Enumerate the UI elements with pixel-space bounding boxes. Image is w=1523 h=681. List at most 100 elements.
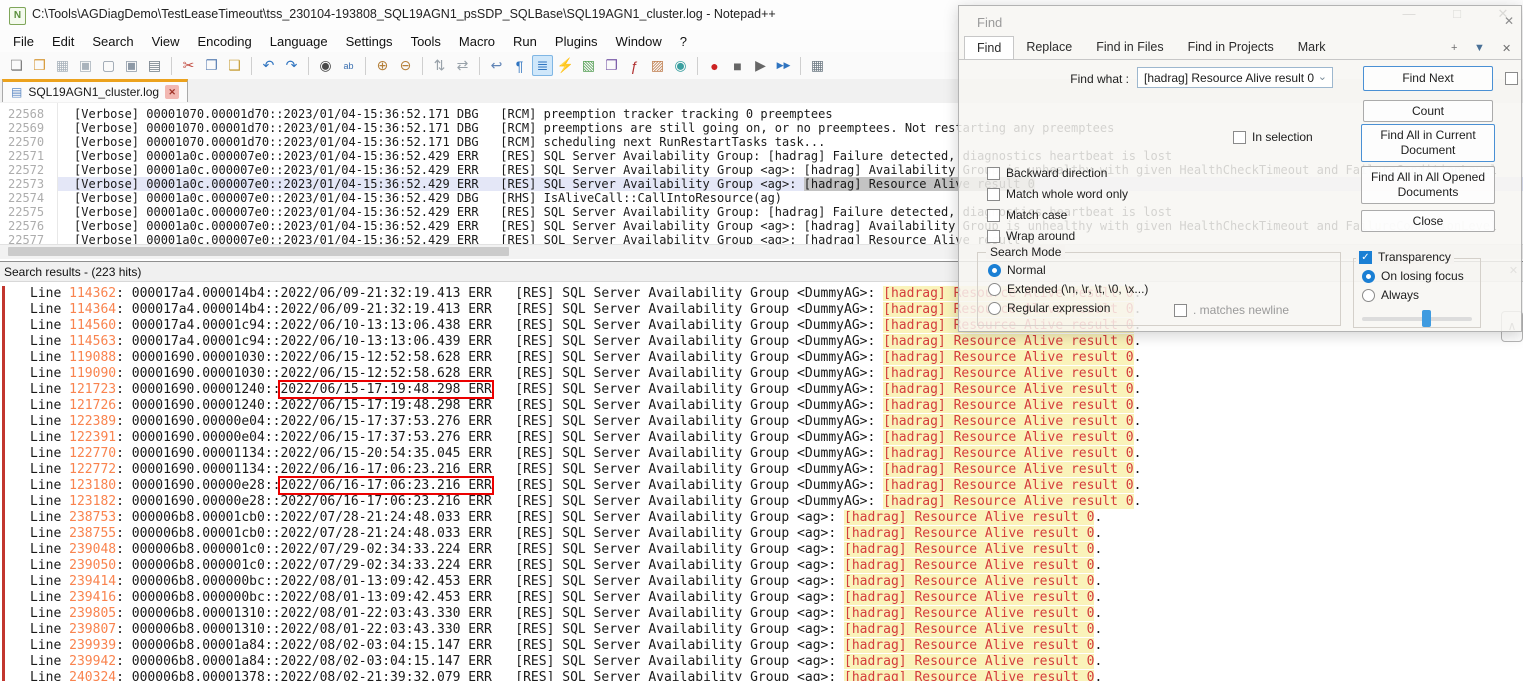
menu-run[interactable]: Run xyxy=(504,32,546,51)
menu-window[interactable]: Window xyxy=(607,32,671,51)
search-mode-extended-radio[interactable]: Extended (\n, \r, \t, \0, \x...) xyxy=(988,282,1148,296)
result-row[interactable]: Line 238753: 000006b8.00001cb0::2022/07/… xyxy=(0,510,1523,526)
macro-run-multiple-icon[interactable]: ▶▶ xyxy=(773,55,794,76)
result-row[interactable]: Line 239942: 000006b8.00001a84::2022/08/… xyxy=(0,654,1523,670)
result-row[interactable]: Line 239416: 000006b8.000000bc::2022/08/… xyxy=(0,590,1523,606)
scrollbar-thumb[interactable] xyxy=(8,247,509,256)
result-row[interactable]: Line 239805: 000006b8.00001310::2022/08/… xyxy=(0,606,1523,622)
result-row[interactable]: Line 239939: 000006b8.00001a84::2022/08/… xyxy=(0,638,1523,654)
transparency-always-radio[interactable]: Always xyxy=(1362,288,1464,302)
matches-newline-checkbox[interactable]: . matches newline xyxy=(1174,303,1289,317)
find-dialog-tab-find[interactable]: Find xyxy=(964,36,1015,59)
close-document-icon[interactable]: ▢ xyxy=(98,55,119,76)
close-all-documents-icon[interactable]: ▣ xyxy=(121,55,142,76)
result-row[interactable]: Line 238755: 000006b8.00001cb0::2022/07/… xyxy=(0,526,1523,542)
tab-sql19agn1-cluster-log[interactable]: ▤ SQL19AGN1_cluster.log ✕ xyxy=(2,79,189,102)
transparency-on-losing-focus-radio[interactable]: On losing focus xyxy=(1362,269,1464,283)
replace-icon[interactable]: ab xyxy=(338,55,359,76)
wrap-around-checkbox[interactable]: Wrap around xyxy=(987,229,1128,243)
find-all-opened-button[interactable]: Find All in All Opened Documents xyxy=(1361,166,1495,204)
save-all-icon[interactable]: ▣ xyxy=(75,55,96,76)
transparency-slider[interactable] xyxy=(1362,310,1472,327)
find-all-current-button[interactable]: Find All in Current Document xyxy=(1361,124,1495,162)
chevron-down-icon[interactable]: ⌄ xyxy=(1318,70,1327,83)
save-icon[interactable]: ▦ xyxy=(52,55,73,76)
close-dialog-button[interactable]: Close xyxy=(1361,210,1495,232)
match-whole-word-only-checkbox[interactable]: Match whole word only xyxy=(987,187,1128,201)
new-file-icon[interactable]: ❏ xyxy=(6,55,27,76)
macro-stop-icon[interactable]: ■ xyxy=(727,55,748,76)
result-row[interactable]: Line 239414: 000006b8.000000bc::2022/08/… xyxy=(0,574,1523,590)
find-what-combobox[interactable]: [hadrag] Resource Alive result 0 ⌄ xyxy=(1137,67,1333,88)
result-row[interactable]: Line 121723: 00001690.00001240::2022/06/… xyxy=(0,380,1523,399)
count-button[interactable]: Count xyxy=(1363,100,1493,122)
add-tab-icon[interactable]: + xyxy=(1451,42,1457,54)
menu-file[interactable]: File xyxy=(4,32,43,51)
zoom-out-icon[interactable]: ⊖ xyxy=(395,55,416,76)
tab-close-icon[interactable]: ✕ xyxy=(1502,42,1511,55)
result-row[interactable]: Line 122391: 00001690.00000e04::2022/06/… xyxy=(0,430,1523,446)
sync-horizontal-scrolling-icon[interactable]: ⇄ xyxy=(452,55,473,76)
result-row[interactable]: Line 240324: 000006b8.00001378::2022/08/… xyxy=(0,670,1523,681)
result-row[interactable]: Line 122772: 00001690.00001134::2022/06/… xyxy=(0,462,1523,478)
search-mode-regular-radio[interactable]: Regular expression xyxy=(988,301,1148,315)
word-wrap-icon[interactable]: ↩ xyxy=(486,55,507,76)
result-row[interactable]: Line 239048: 000006b8.000001c0::2022/07/… xyxy=(0,542,1523,558)
show-all-characters-icon[interactable]: ¶ xyxy=(509,55,530,76)
result-row[interactable]: Line 123180: 00001690.00000e28::2022/06/… xyxy=(0,476,1523,495)
in-selection-checkbox[interactable]: In selection xyxy=(1233,130,1313,144)
backward-direction-checkbox[interactable]: Backward direction xyxy=(987,166,1128,180)
find-dialog-tab-find-in-projects[interactable]: Find in Projects xyxy=(1176,36,1286,59)
find-dialog-tab-find-in-files[interactable]: Find in Files xyxy=(1084,36,1175,59)
macro-save-icon[interactable]: ▦ xyxy=(807,55,828,76)
find-dialog-tab-mark[interactable]: Mark xyxy=(1286,36,1338,59)
macro-record-icon[interactable]: ● xyxy=(704,55,725,76)
result-row[interactable]: Line 239807: 000006b8.00001310::2022/08/… xyxy=(0,622,1523,638)
find-icon[interactable]: ◉ xyxy=(315,55,336,76)
tab-list-dropdown-icon[interactable]: ▼ xyxy=(1474,42,1485,54)
sync-vertical-scrolling-icon[interactable]: ⇅ xyxy=(429,55,450,76)
tab-close-icon[interactable]: ✕ xyxy=(165,85,180,99)
menu-tools[interactable]: Tools xyxy=(402,32,450,51)
zoom-in-icon[interactable]: ⊕ xyxy=(372,55,393,76)
menu-search[interactable]: Search xyxy=(83,32,142,51)
folder-as-workspace-icon[interactable]: ▨ xyxy=(647,55,668,76)
function-list-icon[interactable]: ƒ xyxy=(624,55,645,76)
result-row[interactable]: Line 121726: 00001690.00001240::2022/06/… xyxy=(0,398,1523,414)
match-case-checkbox[interactable]: Match case xyxy=(987,208,1128,222)
menu-settings[interactable]: Settings xyxy=(337,32,402,51)
search-mode-normal-radio[interactable]: Normal xyxy=(988,263,1148,277)
undo-icon[interactable]: ↶ xyxy=(258,55,279,76)
open-file-icon[interactable]: ❒ xyxy=(29,55,50,76)
result-row[interactable]: Line 122389: 00001690.00000e04::2022/06/… xyxy=(0,414,1523,430)
result-row[interactable]: Line 119090: 00001690.00001030::2022/06/… xyxy=(0,366,1523,382)
find-dialog-close-icon[interactable]: ✕ xyxy=(1504,14,1514,28)
menu-?[interactable]: ? xyxy=(671,32,696,51)
transparency-checkbox[interactable]: ✓ Transparency xyxy=(1359,250,1451,264)
copy-icon[interactable]: ❐ xyxy=(201,55,222,76)
document-switcher-icon[interactable]: ❐ xyxy=(601,55,622,76)
document-map-icon[interactable]: ▧ xyxy=(578,55,599,76)
result-row[interactable]: Line 239050: 000006b8.000001c0::2022/07/… xyxy=(0,558,1523,574)
result-row[interactable]: Line 122770: 00001690.00001134::2022/06/… xyxy=(0,446,1523,462)
menu-macro[interactable]: Macro xyxy=(450,32,504,51)
cut-icon[interactable]: ✂ xyxy=(178,55,199,76)
result-row[interactable]: Line 123182: 00001690.00000e28::2022/06/… xyxy=(0,494,1523,510)
redo-icon[interactable]: ↷ xyxy=(281,55,302,76)
indent-guide-icon[interactable]: ≣ xyxy=(532,55,553,76)
menu-edit[interactable]: Edit xyxy=(43,32,83,51)
menu-view[interactable]: View xyxy=(143,32,189,51)
menu-language[interactable]: Language xyxy=(261,32,337,51)
menu-plugins[interactable]: Plugins xyxy=(546,32,607,51)
slider-thumb[interactable] xyxy=(1421,310,1431,327)
result-row[interactable]: Line 119088: 00001690.00001030::2022/06/… xyxy=(0,350,1523,366)
result-row[interactable]: Line 114563: 000017a4.00001c94::2022/06/… xyxy=(0,334,1523,350)
find-dialog-tab-replace[interactable]: Replace xyxy=(1014,36,1084,59)
find-next-button[interactable]: Find Next xyxy=(1363,66,1493,91)
document-monitoring-icon[interactable]: ◉ xyxy=(670,55,691,76)
macro-play-icon[interactable]: ▶ xyxy=(750,55,771,76)
paste-icon[interactable]: ❑ xyxy=(224,55,245,76)
print-icon[interactable]: ▤ xyxy=(144,55,165,76)
menu-encoding[interactable]: Encoding xyxy=(189,32,261,51)
bookmark-checkbox[interactable] xyxy=(1505,72,1518,85)
